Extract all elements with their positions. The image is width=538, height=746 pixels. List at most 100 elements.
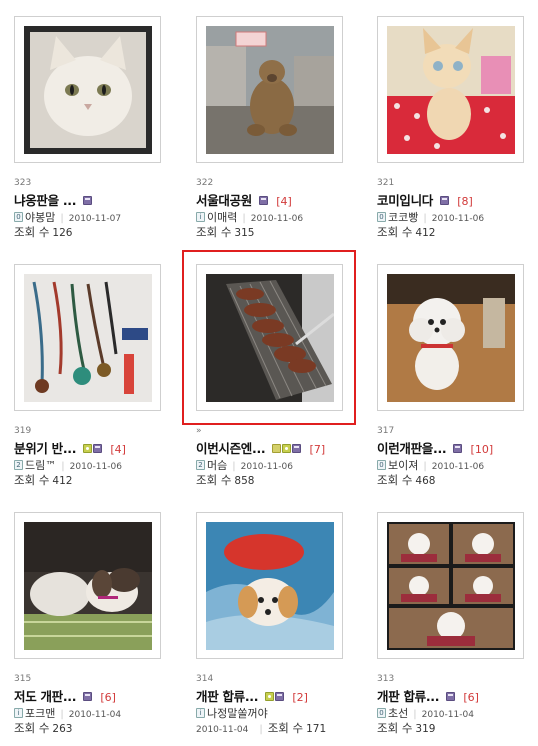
post-number: 317 — [377, 426, 395, 436]
thumbnail-frame[interactable] — [377, 16, 524, 163]
views-label: 조회 수 — [14, 225, 50, 239]
thumbnail-sleeping-dog[interactable] — [24, 522, 152, 650]
comment-count[interactable]: [4] — [110, 443, 126, 456]
level-icon: 0 — [14, 212, 23, 222]
thumbnail-bear[interactable] — [206, 26, 334, 154]
post-date: 2010-11-07 — [68, 214, 122, 224]
author-name[interactable]: 코코빵 — [388, 211, 418, 224]
thumbnail-poodle[interactable] — [387, 274, 515, 402]
thumbnail-frame[interactable] — [196, 264, 343, 411]
post-title[interactable]: 코미입니다 — [377, 193, 433, 208]
divider: | — [259, 724, 263, 735]
post-title[interactable]: 이런개판을... — [377, 441, 447, 456]
views-label: 조회 수 — [196, 225, 232, 239]
author-name[interactable]: 드림™ — [25, 459, 56, 472]
comment-count[interactable]: [4] — [276, 195, 292, 208]
photo-icon — [272, 444, 282, 453]
author-name[interactable]: 이매력 — [207, 211, 237, 224]
thumbnail-frame[interactable] — [14, 16, 161, 163]
post-title[interactable]: 개판 합류... — [196, 689, 259, 704]
new-icon — [282, 444, 292, 453]
thumbnail-necklaces[interactable] — [24, 274, 152, 402]
post-number: 319 — [14, 426, 32, 436]
views-count: 412 — [52, 475, 73, 487]
level-icon: i — [196, 212, 205, 222]
thumbnail-dog-blanket[interactable] — [206, 522, 334, 650]
divider: | — [60, 709, 64, 720]
save-icon — [453, 444, 463, 453]
author-name[interactable]: 나정말쏠꺼야 — [207, 707, 268, 720]
save-icon — [259, 196, 269, 205]
save-icon — [93, 444, 103, 453]
save-icon — [440, 196, 450, 205]
divider: | — [232, 461, 236, 472]
level-icon: 2 — [14, 460, 23, 470]
post-date: 2010-11-06 — [250, 214, 304, 224]
new-icon — [265, 692, 275, 701]
comment-count[interactable]: [7] — [310, 443, 326, 456]
new-icon — [83, 444, 93, 453]
comment-count[interactable]: [2] — [292, 691, 308, 704]
views-count: 171 — [306, 723, 327, 735]
views-label: 조회 수 — [377, 721, 413, 735]
views-count: 263 — [52, 723, 73, 735]
comment-count[interactable]: [8] — [457, 195, 473, 208]
thumbnail-frame[interactable] — [377, 512, 524, 659]
thumbnail-frame[interactable] — [14, 264, 161, 411]
save-icon — [83, 196, 93, 205]
save-icon — [83, 692, 93, 701]
author-name[interactable]: 포크맨 — [25, 707, 55, 720]
thumbnail-frame[interactable] — [196, 512, 343, 659]
post-number: 321 — [377, 178, 395, 188]
post-title[interactable]: 분위기 반... — [14, 441, 77, 456]
save-icon — [446, 692, 456, 701]
level-icon: i — [196, 708, 205, 718]
author-name[interactable]: 머슴 — [207, 459, 227, 472]
views-count: 468 — [415, 475, 436, 487]
views-count: 858 — [234, 475, 255, 487]
thumbnail-frame[interactable] — [196, 16, 343, 163]
views-label: 조회 수 — [14, 473, 50, 487]
level-icon: 2 — [196, 460, 205, 470]
views-count: 412 — [415, 227, 436, 239]
thumbnail-dog-collage[interactable] — [387, 522, 515, 650]
post-number: 322 — [196, 178, 214, 188]
views-label: 조회 수 — [267, 721, 304, 735]
author-name[interactable]: 야봉맘 — [25, 211, 55, 224]
post-title[interactable]: 이번시즌엔... — [196, 441, 266, 456]
post-date: 2010-11-04 — [421, 710, 474, 720]
divider: | — [242, 213, 246, 224]
author-name[interactable]: 보이져 — [388, 459, 418, 472]
post-title[interactable]: 저도 개판... — [14, 689, 77, 704]
post-title[interactable]: 서울대공원 — [196, 193, 252, 208]
thumbnail-orange-cat[interactable] — [387, 26, 515, 154]
views-count: 126 — [52, 227, 73, 239]
post-title[interactable]: 냐옹판을 ... — [14, 193, 77, 208]
save-icon — [292, 444, 302, 453]
divider: | — [423, 461, 427, 472]
post-date: 2010-11-04 — [196, 725, 249, 735]
thumbnail-grill[interactable] — [206, 274, 334, 402]
views-label: 조회 수 — [377, 473, 413, 487]
views-label: 조회 수 — [14, 721, 50, 735]
thumbnail-frame[interactable] — [14, 512, 161, 659]
post-number: 314 — [196, 674, 214, 684]
divider: | — [423, 213, 427, 224]
current-post-marker: » — [196, 426, 202, 436]
author-name[interactable]: 초선 — [388, 707, 408, 720]
post-number: 313 — [377, 674, 395, 684]
comment-count[interactable]: [6] — [463, 691, 479, 704]
divider: | — [413, 709, 417, 720]
comment-count[interactable]: [6] — [100, 691, 116, 704]
post-date: 2010-11-06 — [431, 462, 485, 472]
thumbnail-frame[interactable] — [377, 264, 524, 411]
post-date: 2010-11-06 — [431, 214, 485, 224]
save-icon — [275, 692, 285, 701]
level-icon: 0 — [377, 708, 386, 718]
divider: | — [61, 461, 65, 472]
post-title[interactable]: 개판 합류... — [377, 689, 440, 704]
post-date: 2010-11-04 — [68, 710, 122, 720]
comment-count[interactable]: [10] — [471, 443, 494, 456]
thumbnail-white-cat[interactable] — [24, 26, 152, 154]
level-icon: i — [14, 708, 23, 718]
